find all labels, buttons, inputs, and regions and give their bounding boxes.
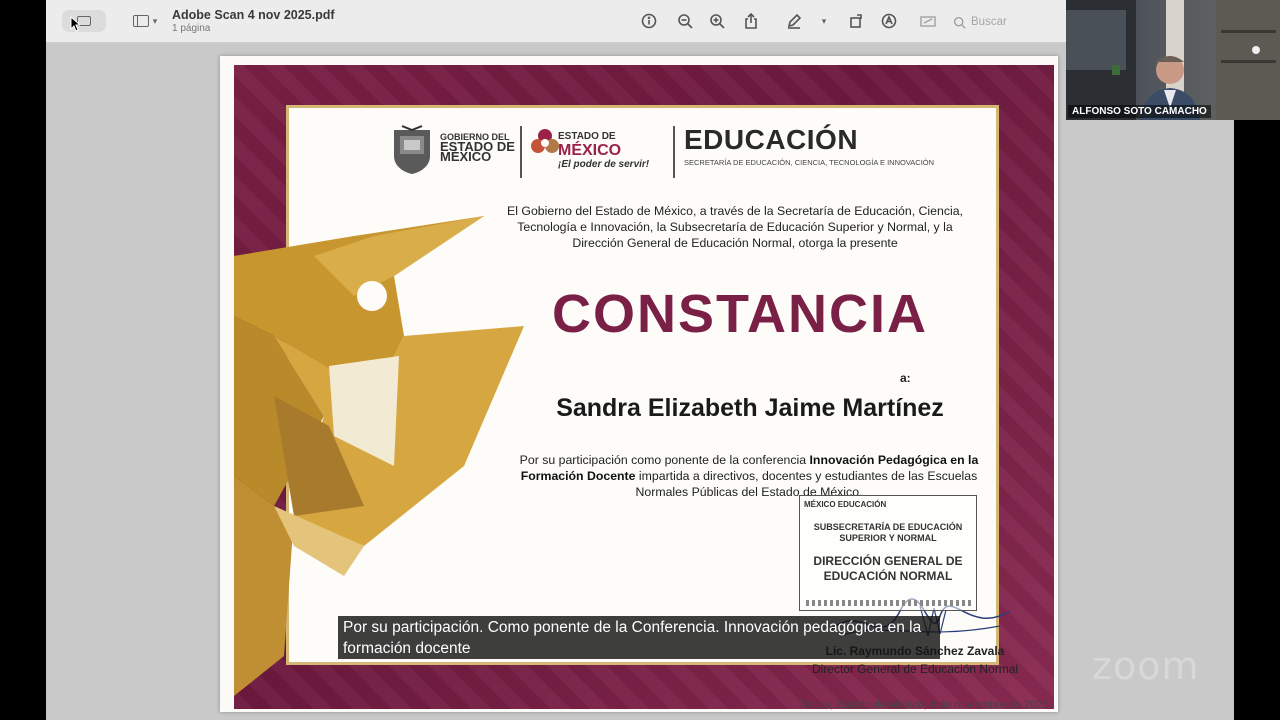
stamp-main-text: DIRECCIÓN GENERAL DE EDUCACIÓN NORMAL (813, 554, 963, 583)
place-and-date: Toluca, Estado de México, 4 de noviembre… (798, 699, 1052, 711)
certificate-heading: CONSTANCIA (552, 284, 928, 344)
view-mode-button[interactable] (62, 10, 106, 32)
reason-text-1: Por su participación como ponente de la … (519, 453, 807, 467)
annotate-icon (881, 13, 897, 29)
pdf-preview-window: ▾ Adobe Scan 4 nov 2025.pdf 1 página ▾ B… (46, 0, 1234, 720)
logo-divider (520, 126, 522, 178)
search-placeholder: Buscar (971, 16, 1007, 28)
participant-video-tile[interactable]: ALFONSO SOTO CAMACHO (1066, 0, 1280, 120)
sidebar-toggle-button[interactable]: ▾ (128, 10, 162, 32)
search-icon (953, 16, 966, 29)
education-title: EDUCACIÓN (684, 124, 859, 155)
rotate-button[interactable] (846, 11, 866, 31)
education-subtitle: SECRETARÍA DE EDUCACIÓN, CIENCIA, TECNOL… (684, 158, 935, 167)
form-fill-button[interactable] (918, 11, 938, 31)
zoom-out-icon (678, 14, 693, 29)
certificate-reason: Por su participación como ponente de la … (518, 452, 980, 500)
mouse-cursor-icon (70, 16, 80, 32)
recipient-name: Sandra Elizabeth Jaime Martínez (556, 394, 944, 422)
zoom-in-button[interactable] (707, 11, 727, 31)
participant-name: ALFONSO SOTO CAMACHO (1068, 105, 1211, 118)
sidebar-icon (132, 15, 149, 27)
pdf-page: GOBIERNO DEL ESTADO DE MÉXICO ESTADO DE … (220, 56, 1058, 712)
info-button[interactable] (639, 11, 659, 31)
document-title: Adobe Scan 4 nov 2025.pdf (172, 8, 335, 22)
search-field[interactable]: Buscar (953, 11, 1063, 33)
markup-button[interactable] (784, 11, 804, 31)
recipient-prefix: a: (900, 371, 911, 385)
zoom-out-button[interactable] (675, 11, 695, 31)
zoom-in-icon (710, 14, 725, 29)
document-title-block: Adobe Scan 4 nov 2025.pdf 1 página (172, 8, 335, 34)
signer-title: Director General de Educación Normal (811, 662, 1019, 676)
chevron-down-icon: ▾ (821, 15, 827, 26)
markup-pen-icon (787, 13, 802, 29)
page-count: 1 página (172, 23, 211, 34)
official-stamp: MÉXICO EDUCACIÓN SUBSECRETARÍA DE EDUCAC… (799, 495, 977, 611)
edomex-brand: ESTADO DE MÉXICO ¡El poder de servir! (558, 130, 649, 172)
edomex-slogan: ¡El poder de servir! (558, 159, 650, 170)
form-fill-icon (920, 16, 936, 27)
logo-divider (673, 126, 675, 178)
share-button[interactable] (741, 11, 761, 31)
annotate-button[interactable] (879, 11, 899, 31)
chevron-down-icon: ▾ (152, 15, 158, 26)
share-icon (745, 13, 757, 29)
stamp-header: MÉXICO EDUCACIÓN (804, 500, 887, 509)
header-logos: GOBIERNO DEL ESTADO DE MÉXICO ESTADO DE … (390, 122, 970, 182)
live-caption: Por su participación. Como ponente de la… (338, 616, 940, 659)
info-icon (641, 13, 657, 29)
preview-toolbar: ▾ Adobe Scan 4 nov 2025.pdf 1 página ▾ B… (46, 0, 1066, 43)
zoom-logo: zoom (1092, 644, 1200, 688)
state-coat-of-arms-logo (394, 125, 430, 174)
stamp-border-pattern (806, 600, 972, 606)
rotate-icon (850, 14, 862, 28)
certificate-intro: El Gobierno del Estado de México, a trav… (507, 204, 963, 250)
stamp-subtitle: SUBSECRETARÍA DE EDUCACIÓN SUPERIOR Y NO… (813, 522, 963, 543)
state-government-label: GOBIERNO DEL ESTADO DE MÉXICO (440, 132, 515, 163)
edomex-line-2: MÉXICO (558, 142, 622, 159)
markup-menu-chevron[interactable]: ▾ (814, 11, 834, 31)
edomex-flower-logo (531, 129, 559, 153)
